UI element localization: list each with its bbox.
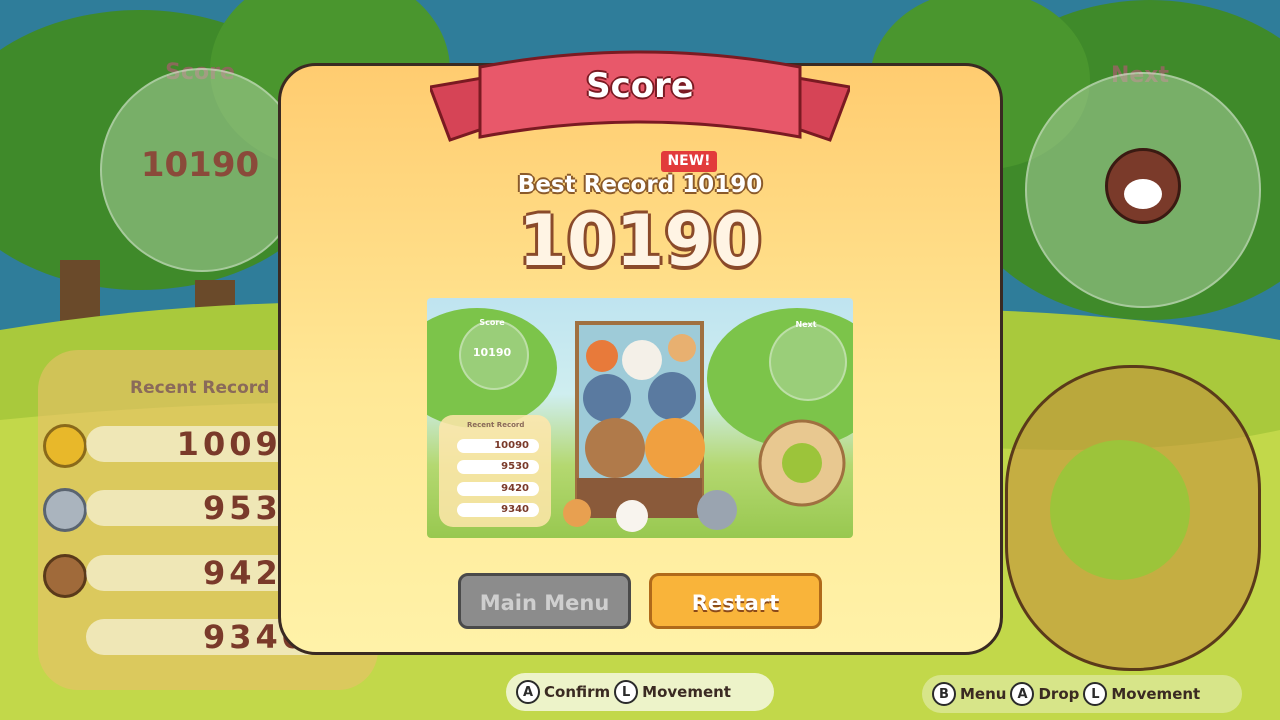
control-hints-game: B Menu A Drop L Movement [922,675,1242,713]
preview-record-row: 9530 [457,460,539,474]
evolution-wheel-center [1050,440,1190,580]
preview-record-row: 10090 [457,439,539,453]
next-animal-icon [1105,148,1181,224]
l-stick-icon: L [1083,682,1108,706]
final-score: 10190 [518,200,762,282]
modal-title: Score [586,66,694,106]
movement-hint: Movement [642,683,731,701]
bg-score-value: 10190 [140,145,260,185]
menu-hint: Menu [960,685,1007,703]
best-record: Best Record 10190 [517,172,763,198]
game-screenshot-preview: Score 10190 Next Recent Record 10090 953… [427,298,853,538]
silver-medal-icon [43,488,87,532]
preview-next-label: Next [795,320,817,329]
restart-button[interactable]: Restart [649,573,822,629]
l-stick-icon: L [614,680,639,704]
preview-recent-title: Recent Record [467,421,525,429]
bg-recent-record-title: Recent Record [130,378,270,398]
main-menu-button[interactable]: Main Menu [458,573,631,629]
bronze-medal-icon [43,554,87,598]
preview-next-bubble [769,323,847,401]
preview-score-value: 10190 [472,346,512,359]
a-button-icon: A [1010,682,1035,706]
a-button-icon: A [516,680,540,704]
new-badge: NEW! [661,151,717,172]
preview-record-row: 9340 [457,503,539,517]
preview-record-row: 9420 [457,482,539,496]
drop-hint: Drop [1038,685,1080,703]
control-hints-modal: A Confirm L Movement [506,673,774,711]
b-button-icon: B [932,682,956,706]
movement-hint: Movement [1111,685,1201,703]
confirm-hint: Confirm [544,683,611,701]
preview-score-label: Score [479,318,505,327]
gold-medal-icon [43,424,87,468]
